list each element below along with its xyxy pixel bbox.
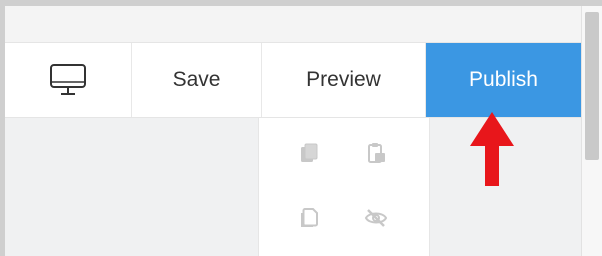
publish-button[interactable]: Publish xyxy=(426,43,581,117)
hide-eye-icon[interactable] xyxy=(364,206,388,230)
duplicate-icon[interactable] xyxy=(297,206,321,230)
preview-button[interactable]: Preview xyxy=(262,43,426,117)
top-strip xyxy=(5,6,581,42)
editor-toolbar: Save Preview Publish xyxy=(5,42,581,118)
desktop-monitor-icon xyxy=(50,64,86,95)
copy-icon[interactable] xyxy=(297,141,321,165)
device-toggle-button[interactable] xyxy=(5,43,132,117)
scrollbar-thumb[interactable] xyxy=(585,12,599,160)
element-actions-panel xyxy=(258,118,430,256)
canvas-area xyxy=(5,118,258,256)
paste-icon[interactable] xyxy=(364,141,388,165)
red-arrow-up-icon xyxy=(470,112,514,186)
save-button[interactable]: Save xyxy=(132,43,262,117)
